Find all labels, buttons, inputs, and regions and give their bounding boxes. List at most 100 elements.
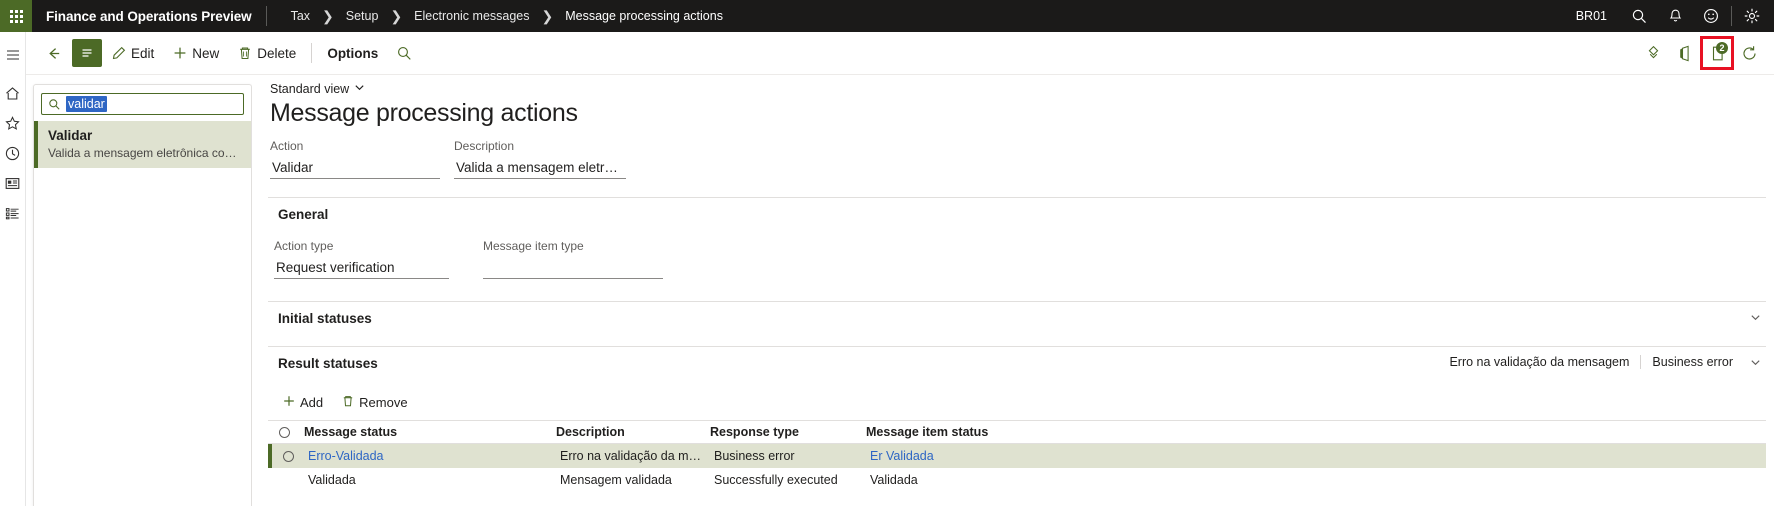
cell-response-type[interactable]: Business error <box>706 449 862 463</box>
main-content: Standard view Message processing actions… <box>252 75 1774 506</box>
action-type-label: Action type <box>274 239 334 253</box>
breadcrumb: Tax ❯ Setup ❯ Electronic messages ❯ Mess… <box>267 8 729 25</box>
delete-label: Delete <box>257 45 297 61</box>
favorites-star-icon[interactable] <box>0 108 26 138</box>
result-statuses-grid: Add Remove Message status Description Re… <box>268 383 1766 492</box>
attachment-count-badge: 2 <box>1716 42 1728 54</box>
topbar-divider <box>1731 6 1732 26</box>
breadcrumb-item-electronic-messages[interactable]: Electronic messages <box>408 9 535 23</box>
table-row[interactable]: Erro-Validada Erro na validação da men..… <box>268 444 1766 468</box>
message-item-type-input[interactable] <box>483 257 663 279</box>
search-icon[interactable] <box>1621 0 1657 32</box>
attachments-icon[interactable]: 2 <box>1700 36 1734 70</box>
new-label: New <box>192 45 220 61</box>
column-header-response-type[interactable]: Response type <box>702 425 858 439</box>
action-type-field: Action type Request verification <box>274 238 449 279</box>
chevron-down-icon <box>354 82 365 96</box>
select-all-radio[interactable] <box>272 426 296 438</box>
header-fields: Action Validar Description Valida a mens… <box>252 128 1774 179</box>
cell-message-status[interactable]: Erro-Validada <box>300 449 552 463</box>
view-selector[interactable]: Standard view <box>252 75 365 96</box>
plus-icon <box>172 45 188 61</box>
navigation-menu-icon[interactable] <box>0 40 26 70</box>
records-list-pane: validar Validar Valida a mensagem eletrô… <box>33 84 252 506</box>
new-button[interactable]: New <box>163 37 228 69</box>
cell-message-item-status[interactable]: Validada <box>862 473 1062 487</box>
notifications-bell-icon[interactable] <box>1657 0 1693 32</box>
view-selector-label: Standard view <box>270 82 350 96</box>
remove-button[interactable]: Remove <box>333 389 415 415</box>
list-item[interactable]: Validar Valida a mensagem eletrônica com… <box>34 121 251 168</box>
result-statuses-section-header[interactable]: Result statuses Erro na validação da men… <box>268 346 1766 377</box>
cell-description[interactable]: Mensagem validada <box>552 473 706 487</box>
remove-label: Remove <box>359 394 408 410</box>
chevron-right-icon: ❯ <box>390 7 403 24</box>
back-arrow-icon[interactable] <box>36 36 70 70</box>
cell-description[interactable]: Erro na validação da men... <box>552 449 706 463</box>
breadcrumb-item-message-processing-actions[interactable]: Message processing actions <box>559 9 729 23</box>
options-button[interactable]: Options <box>318 37 387 69</box>
plus-icon <box>282 394 296 411</box>
breadcrumb-item-tax[interactable]: Tax <box>285 9 316 23</box>
cell-message-item-status[interactable]: Er Validada <box>862 449 1062 463</box>
add-button[interactable]: Add <box>274 389 331 415</box>
search-input-value: validar <box>66 96 107 112</box>
workspaces-icon[interactable] <box>0 168 26 198</box>
chevron-down-icon[interactable] <box>1746 308 1764 326</box>
general-section-title: General <box>278 207 329 222</box>
open-in-office-icon[interactable] <box>1670 38 1700 68</box>
app-launcher-icon[interactable] <box>0 0 32 32</box>
home-icon[interactable] <box>0 78 26 108</box>
message-item-type-field: Message item type <box>483 238 663 279</box>
action-field-label: Action <box>270 139 304 153</box>
search-input[interactable]: validar <box>41 93 244 115</box>
radio-icon <box>282 450 294 462</box>
row-select-radio[interactable] <box>276 450 300 462</box>
waffle-grid <box>9 9 23 23</box>
list-item-title: Validar <box>48 128 93 143</box>
edit-button[interactable]: Edit <box>102 37 163 69</box>
options-label: Options <box>327 45 379 61</box>
delete-button[interactable]: Delete <box>228 37 305 69</box>
result-statuses-summary: Erro na validação da mensagem Business e… <box>1438 355 1766 369</box>
description-field: Description Valida a mensagem eletrônic.… <box>454 138 626 179</box>
company-selector[interactable]: BR01 <box>1562 9 1621 23</box>
general-section-fields: Action type Request verification Message… <box>252 228 1774 279</box>
app-title[interactable]: Finance and Operations Preview <box>32 9 266 24</box>
breadcrumb-item-setup[interactable]: Setup <box>340 9 385 23</box>
feedback-smiley-icon[interactable] <box>1693 0 1729 32</box>
pencil-icon <box>111 45 127 61</box>
message-item-type-label: Message item type <box>483 239 584 253</box>
description-field-label: Description <box>454 139 515 153</box>
share-diamond-icon[interactable] <box>1638 38 1668 68</box>
topbar-right-actions: BR01 <box>1562 0 1774 32</box>
refresh-icon[interactable] <box>1734 38 1764 68</box>
page-title: Message processing actions <box>270 99 578 127</box>
action-type-input[interactable]: Request verification <box>274 257 449 279</box>
column-header-message-status[interactable]: Message status <box>296 425 548 439</box>
table-row[interactable]: Validada Mensagem validada Successfully … <box>268 468 1766 492</box>
result-statuses-section-title: Result statuses <box>278 356 378 371</box>
grid-header-row: Message status Description Response type… <box>268 420 1766 444</box>
general-section-header[interactable]: General <box>268 197 1766 228</box>
description-field-input[interactable]: Valida a mensagem eletrônic... <box>454 157 626 179</box>
search-icon <box>48 98 61 111</box>
action-pane-toolbar: Edit New Delete Options 2 <box>26 32 1774 75</box>
cell-message-status[interactable]: Validada <box>300 473 552 487</box>
application-window: Finance and Operations Preview Tax ❯ Set… <box>0 0 1774 506</box>
column-header-description[interactable]: Description <box>548 425 702 439</box>
cell-response-type[interactable]: Successfully executed <box>706 473 862 487</box>
left-navigation-rail <box>0 32 26 506</box>
initial-statuses-section-header[interactable]: Initial statuses <box>268 301 1766 332</box>
trash-icon <box>237 45 253 61</box>
action-field: Action Validar <box>270 138 440 179</box>
toolbar-search-button[interactable] <box>387 37 422 69</box>
column-header-message-item-status[interactable]: Message item status <box>858 425 1058 439</box>
settings-gear-icon[interactable] <box>1734 0 1770 32</box>
action-field-input[interactable]: Validar <box>270 157 440 179</box>
modules-list-icon[interactable] <box>0 198 26 228</box>
recent-clock-icon[interactable] <box>0 138 26 168</box>
chevron-down-icon[interactable] <box>1746 353 1764 371</box>
hamburger-menu-icon[interactable] <box>72 39 102 67</box>
chevron-right-icon: ❯ <box>541 7 554 24</box>
